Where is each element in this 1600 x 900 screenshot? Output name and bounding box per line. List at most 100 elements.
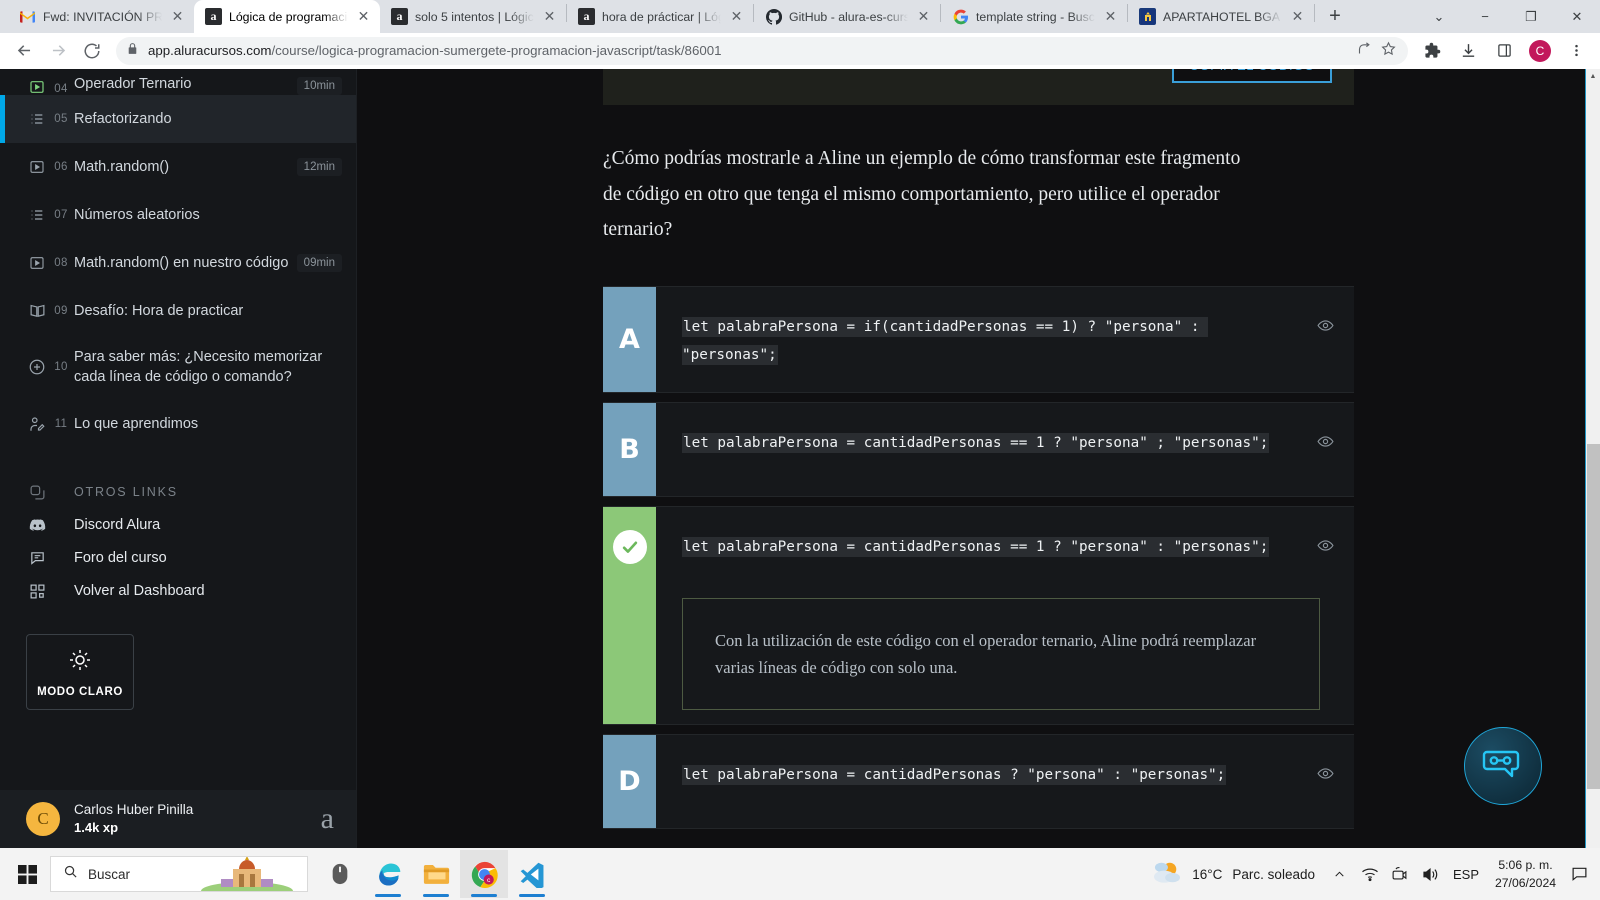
mouse-icon[interactable] [316,850,364,898]
eye-icon[interactable] [1296,429,1354,450]
eye-icon[interactable] [1296,313,1354,334]
tab-title: template string - Busca [976,9,1095,24]
toolbar-actions: C [1416,35,1592,67]
scrollbar-thumb[interactable] [1587,443,1600,789]
volume-icon[interactable] [1415,852,1445,896]
sidebar-link-foro[interactable]: Foro del curso [0,542,356,575]
system-tray: 16°C Parc. soleado ESP 5:06 p. m. 27/06/… [1146,852,1600,896]
alura-icon: a [391,8,408,25]
forward-icon[interactable] [42,35,74,67]
sidebar-item-operador-ternario[interactable]: 04 Operador Ternario 10min [0,69,356,95]
alura-icon: a [578,8,595,25]
close-icon[interactable]: ✕ [541,8,558,25]
sidebar-item-lo-que-aprendimos[interactable]: 11 Lo que aprendimos [0,400,356,448]
tab-title: Lógica de programación [229,9,348,24]
option-d[interactable]: D let palabraPersona = cantidadPersonas … [603,734,1354,830]
reload-icon[interactable] [76,35,108,67]
lesson-name: Para saber más: ¿Necesito memorizar cada… [74,348,323,386]
close-icon[interactable]: ✕ [355,8,372,25]
lesson-number: 11 [54,417,68,430]
new-tab-button[interactable]: + [1321,2,1349,30]
chevron-up-icon[interactable] [1325,852,1355,896]
lesson-name: Desafío: Hora de practicar [74,302,244,319]
chatbot-button[interactable] [1464,727,1542,805]
code-sample-block: COPIA EL CÓDIGO [603,68,1354,105]
search-input[interactable]: Buscar [50,856,308,892]
input-language[interactable]: ESP [1445,867,1487,882]
network-icon[interactable] [1385,852,1415,896]
browser-tab[interactable]: Fwd: INVITACIÓN PROC ✕ [8,0,194,33]
user-xp: 1.4k xp [74,820,119,836]
download-icon[interactable] [1452,35,1484,67]
video-done-icon [26,79,48,95]
vscode-icon[interactable] [508,850,556,898]
sidebar-item-math-random-codigo[interactable]: 08 Math.random() en nuestro código 09min [0,239,356,287]
clock[interactable]: 5:06 p. m. 27/06/2024 [1487,856,1564,893]
browser-tab-active[interactable]: a Lógica de programación ✕ [194,0,380,33]
link-icon [26,484,48,501]
eye-icon[interactable] [1296,761,1354,782]
list-icon [26,207,48,223]
other-links-title: OTROS LINKS [74,485,178,500]
lesson-number: 08 [54,256,68,269]
lesson-name: Operador Ternario [74,76,192,93]
browser-tab[interactable]: a hora de prácticar | Lógic ✕ [567,0,753,33]
close-icon[interactable]: ✕ [1289,8,1306,25]
browser-toolbar: app.aluracursos.com/course/logica-progra… [0,33,1600,69]
copy-code-button[interactable]: COPIA EL CÓDIGO [1172,68,1332,83]
minimize-button[interactable]: − [1462,0,1508,33]
notification-icon[interactable] [1564,852,1594,896]
side-panel-icon[interactable] [1488,35,1520,67]
address-bar[interactable]: app.aluracursos.com/course/logica-progra… [116,36,1408,65]
option-b[interactable]: B let palabraPersona = cantidadPersonas … [603,402,1354,498]
avatar: C [26,802,60,836]
browser-tab[interactable]: a solo 5 intentos | Lógica ✕ [380,0,566,33]
option-a[interactable]: A let palabraPersona = if(cantidadPerson… [603,285,1354,394]
sidebar-item-refactorizando[interactable]: 05 Refactorizando [0,94,356,143]
edge-icon[interactable] [364,850,412,898]
option-c-correct[interactable]: let palabraPersona = cantidadPersonas ==… [603,506,1354,726]
sidebar-item-para-saber-mas[interactable]: 10 Para saber más: ¿Necesito memorizar c… [0,335,356,400]
close-icon[interactable]: ✕ [169,8,186,25]
maximize-button[interactable]: ❐ [1508,0,1554,33]
sidebar-link-discord[interactable]: Discord Alura [0,509,356,542]
browser-tab[interactable]: template string - Busca ✕ [941,0,1127,33]
close-window-button[interactable]: ✕ [1554,0,1600,33]
browser-tab[interactable]: APARTAHOTEL BGA BU ✕ [1128,0,1314,33]
tab-search-icon[interactable]: ⌄ [1416,0,1462,33]
eye-icon[interactable] [1296,533,1354,554]
start-button[interactable] [4,850,50,898]
sidebar-link-dashboard[interactable]: Volver al Dashboard [0,575,356,608]
browser-tab[interactable]: GitHub - alura-es-curso ✕ [754,0,940,33]
wifi-icon[interactable] [1355,852,1385,896]
theme-toggle-button[interactable]: MODO CLARO [26,633,134,710]
sidebar-item-numeros-aleatorios[interactable]: 07 Números aleatorios [0,191,356,239]
chrome-icon[interactable]: c [460,850,508,898]
chrome-menu-icon[interactable] [1560,35,1592,67]
avatar[interactable]: C [1524,35,1556,67]
share-icon[interactable] [1357,41,1372,61]
option-code-text: let palabraPersona = cantidadPersonas ==… [682,433,1270,454]
scroll-up-icon[interactable]: ▲ [1586,69,1600,84]
sidebar-item-desafio[interactable]: 09 Desafío: Hora de practicar [0,287,356,335]
weather-widget[interactable]: 16°C Parc. soleado [1146,859,1325,890]
alura-a-icon: a [320,802,334,835]
bookmark-star-icon[interactable] [1381,41,1396,61]
tab-title: Fwd: INVITACIÓN PROC [43,9,162,24]
user-edit-icon [26,415,48,433]
close-icon[interactable]: ✕ [728,8,745,25]
extensions-icon[interactable] [1416,35,1448,67]
close-icon[interactable]: ✕ [1102,8,1119,25]
file-explorer-icon[interactable] [412,850,460,898]
option-letter: A [619,323,640,355]
back-icon[interactable] [8,35,40,67]
option-body: let palabraPersona = cantidadPersonas ? … [656,735,1354,828]
option-code-text: let palabraPersona = cantidadPersonas ==… [682,537,1270,558]
taskbar-apps: c [316,850,556,898]
option-code: let palabraPersona = cantidadPersonas ==… [682,429,1296,458]
user-bar[interactable]: C Carlos Huber Pinilla 1.4k xp a [0,790,356,848]
sidebar-item-math-random[interactable]: 06 Math.random() 12min [0,143,356,191]
option-badge: D [603,735,656,829]
scrollbar[interactable]: ▲ [1585,68,1600,848]
close-icon[interactable]: ✕ [915,8,932,25]
